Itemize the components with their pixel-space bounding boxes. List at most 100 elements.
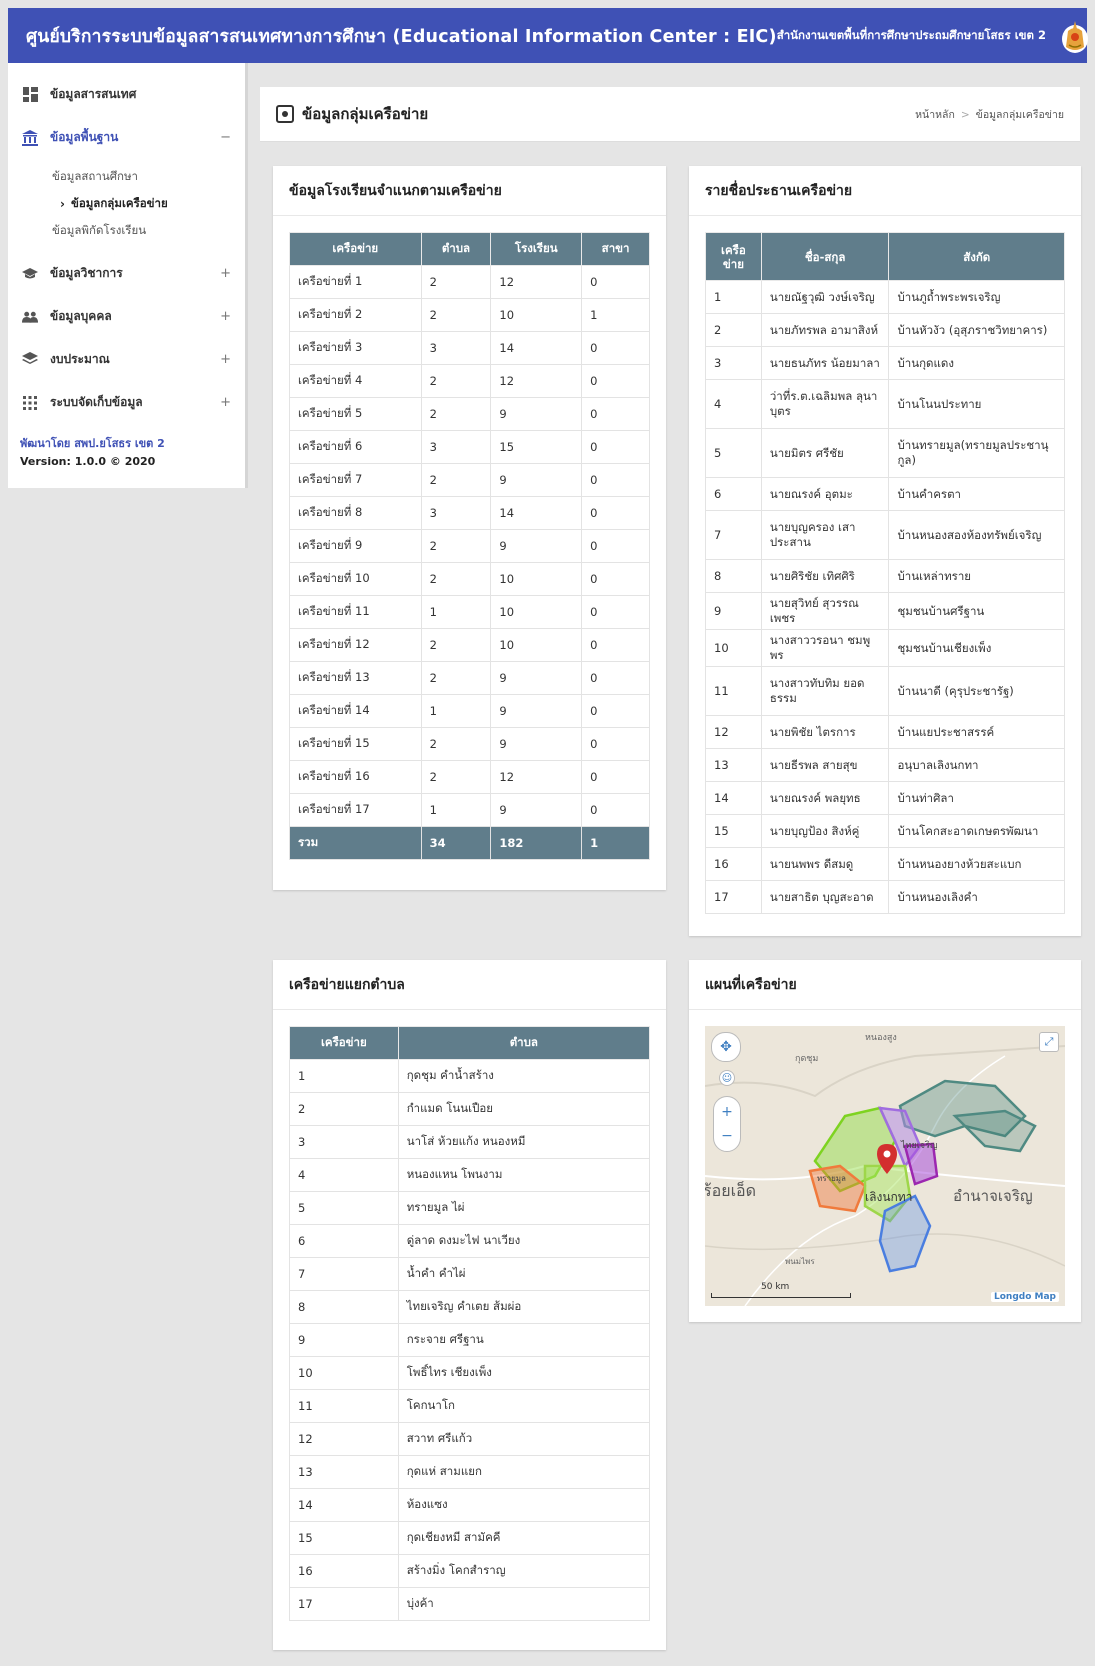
map-pan-control[interactable]: ✥ bbox=[711, 1032, 741, 1062]
table-cell: หนองแหน โพนงาม bbox=[397, 1158, 651, 1192]
fullscreen-icon[interactable]: ⤢ bbox=[1039, 1032, 1059, 1052]
map-canvas[interactable]: ร้อยเอ็ด อำนาจเจริญ หนองสูง เลิงนกทา ไทย… bbox=[705, 1026, 1065, 1306]
developer-credit[interactable]: พัฒนาโดย สพป.ยโสธร เขต 2 bbox=[20, 435, 165, 453]
table-row: 6 นายณรงค์ อุตมะ บ้านคำครตา bbox=[705, 477, 1065, 511]
sidebar-item-label: ข้อมูลบุคคล bbox=[50, 309, 112, 323]
network-chairs-card: รายชื่อประธานเครือข่าย เครือ ข่าย ชื่อ-ส… bbox=[689, 166, 1081, 936]
zoom-in-button[interactable]: + bbox=[721, 1100, 733, 1124]
table-cell: 13 bbox=[289, 1455, 399, 1489]
submenu-item-schools[interactable]: ข้อมูลสถานศึกษา bbox=[8, 163, 245, 190]
table-cell: เครือข่ายที่ 13 bbox=[289, 661, 422, 695]
table-cell: 9 bbox=[490, 793, 583, 827]
site-title[interactable]: ศูนย์บริการระบบข้อมูลสารสนเทศทางการศึกษา… bbox=[26, 22, 777, 50]
submenu-item-coordinates[interactable]: ข้อมูลพิกัดโรงเรียน bbox=[8, 217, 245, 244]
office-name: สำนักงานเขตพื้นที่การศึกษาประถมศึกษายโสธ… bbox=[776, 27, 1046, 42]
sidebar-item-info[interactable]: ข้อมูลสารสนเทศ bbox=[8, 73, 245, 116]
table-cell: 0 bbox=[581, 793, 650, 827]
table-cell: นายบุญครอง เสาประสาน bbox=[760, 510, 890, 560]
network-chairs-table: เครือ ข่าย ชื่อ-สกุล สังกัด 1 นายณัฐวุฒิ … bbox=[705, 232, 1065, 914]
map-label-loeng-nok-tha: เลิงนกทา bbox=[865, 1190, 912, 1204]
network-by-tambon-table: เครือข่าย ตำบล 1 กุดชุม คำน้ำสร้าง 2 กำแมด … bbox=[289, 1026, 651, 1621]
table-cell: น้ำคำ คำไผ่ bbox=[397, 1257, 651, 1291]
table-cell: 2 bbox=[420, 661, 492, 695]
table-cell: เครือข่ายที่ 2 bbox=[289, 298, 422, 332]
column-header: เครือข่าย bbox=[289, 1026, 399, 1060]
table-cell: เครือข่ายที่ 7 bbox=[289, 463, 422, 497]
table-cell: นายพิชัย ไตรการ bbox=[760, 715, 890, 749]
table-cell: 0 bbox=[581, 760, 650, 794]
sidebar-item-budget[interactable]: งบประมาณ + bbox=[8, 338, 245, 381]
table-row: 14 นายณรงค์ พลยุทธ บ้านท่าศิลา bbox=[705, 781, 1065, 815]
card-title: รายชื่อประธานเครือข่าย bbox=[689, 166, 1081, 216]
table-cell: บ้านแยประชาสรรค์ bbox=[888, 715, 1065, 749]
network-map[interactable]: ร้อยเอ็ด อำนาจเจริญ หนองสูง เลิงนกทา ไทย… bbox=[705, 1026, 1065, 1306]
sidebar-item-label: ข้อมูลสารสนเทศ bbox=[50, 87, 137, 101]
table-cell: 16 bbox=[289, 1554, 399, 1588]
table-cell: บ้านโคกสะอาดเกษตรพัฒนา bbox=[888, 814, 1065, 848]
table-cell: 2 bbox=[420, 727, 492, 761]
expand-icon[interactable]: + bbox=[220, 266, 231, 281]
table-cell: 0 bbox=[581, 265, 650, 299]
zoom-out-button[interactable]: − bbox=[721, 1124, 733, 1148]
table-cell: 0 bbox=[581, 397, 650, 431]
breadcrumb: หน้าหลัก > ข้อมูลกลุ่มเครือข่าย bbox=[915, 106, 1064, 123]
table-cell: 0 bbox=[581, 331, 650, 365]
table-cell: กระจาย ศรีฐาน bbox=[397, 1323, 651, 1357]
table-cell: กุดแห่ สามแยก bbox=[397, 1455, 651, 1489]
table-row: 15 กุดเชียงหมี สามัคคี bbox=[289, 1521, 651, 1555]
table-cell: เครือข่ายที่ 3 bbox=[289, 331, 422, 365]
sidebar-item-data-storage[interactable]: ระบบจัดเก็บข้อมูล + bbox=[8, 381, 245, 424]
table-cell: นายณรงค์ พลยุทธ bbox=[760, 781, 890, 815]
table-cell: ชุมชนบ้านเชียงเพ็ง bbox=[888, 629, 1065, 667]
sidebar-item-academic[interactable]: ข้อมูลวิชาการ + bbox=[8, 252, 245, 295]
table-cell: 3 bbox=[705, 346, 762, 380]
column-header: เครือข่าย bbox=[289, 232, 422, 266]
table-cell: 2 bbox=[705, 313, 762, 347]
sidebar-item-basic-data[interactable]: ข้อมูลพื้นฐาน − bbox=[8, 116, 245, 159]
total-cell: รวม bbox=[289, 826, 422, 860]
breadcrumb-home[interactable]: หน้าหลัก bbox=[915, 109, 955, 121]
table-cell: 2 bbox=[420, 529, 492, 563]
table-row: 11 นางสาวทับทิม ยอดธรรม บ้านนาดี (คุรุประช… bbox=[705, 666, 1065, 716]
table-cell: 15 bbox=[289, 1521, 399, 1555]
table-row: เครือข่ายที่ 16 2 12 0 bbox=[289, 760, 650, 794]
column-header: เครือ ข่าย bbox=[705, 232, 762, 281]
table-row: เครือข่ายที่ 4 2 12 0 bbox=[289, 364, 650, 398]
table-cell: 0 bbox=[581, 463, 650, 497]
table-row: เครือข่ายที่ 1 2 12 0 bbox=[289, 265, 650, 299]
layers-icon bbox=[22, 352, 38, 368]
table-cell: บ้านเหล่าทราย bbox=[888, 559, 1065, 593]
expand-icon[interactable]: + bbox=[220, 352, 231, 367]
table-cell: ว่าที่ร.ต.เฉลิมพล ลุนาบุตร bbox=[760, 379, 890, 429]
table-cell: นางสาวทับทิม ยอดธรรม bbox=[760, 666, 890, 716]
submenu-item-networks[interactable]: › ข้อมูลกลุ่มเครือข่าย bbox=[8, 190, 245, 217]
total-cell: 34 bbox=[420, 826, 492, 860]
table-row: เครือข่ายที่ 9290 bbox=[289, 529, 650, 563]
table-cell: บ้านหัวงัว (อุสุภราชวิทยาคาร) bbox=[888, 313, 1065, 347]
people-icon bbox=[22, 309, 38, 325]
table-cell: 1 bbox=[420, 694, 492, 728]
table-cell: ทรายมูล ไผ่ bbox=[397, 1191, 651, 1225]
expand-icon[interactable]: + bbox=[220, 309, 231, 324]
page-title-bar: ข้อมูลกลุ่มเครือข่าย หน้าหลัก > ข้อมูลกลุ่… bbox=[260, 87, 1080, 142]
graduation-cap-icon bbox=[22, 266, 38, 282]
map-label-roiet: ร้อยเอ็ด bbox=[705, 1180, 756, 1200]
table-cell: 3 bbox=[420, 496, 492, 530]
map-street-view-icon[interactable]: ☺ bbox=[719, 1070, 735, 1086]
table-cell: บ้านทรายมูล(ทรายมูลประชานุกูล) bbox=[888, 428, 1065, 478]
map-attribution[interactable]: Longdo Map bbox=[991, 1292, 1059, 1302]
expand-icon[interactable]: + bbox=[220, 395, 231, 410]
table-row: 9 นายสุวิทย์ สุวรรณเพชร ชุมชนบ้านศรีฐาน bbox=[705, 592, 1065, 630]
table-row: 6 ดู่ลาด ดงมะไฟ นาเวียง bbox=[289, 1224, 651, 1258]
column-header: สาขา bbox=[581, 232, 650, 266]
top-header: ศูนย์บริการระบบข้อมูลสารสนเทศทางการศึกษา… bbox=[8, 8, 1088, 63]
table-cell: เครือข่ายที่ 5 bbox=[289, 397, 422, 431]
table-row: 5 นายมิตร ศรีชัย บ้านทรายมูล(ทรายมูลประชาน… bbox=[705, 428, 1065, 478]
table-cell: ชุมชนบ้านศรีฐาน bbox=[888, 592, 1065, 630]
table-cell: 10 bbox=[490, 562, 583, 596]
table-cell: 3 bbox=[289, 1125, 399, 1159]
collapse-icon[interactable]: − bbox=[220, 130, 231, 145]
table-cell: นายณรงค์ อุตมะ bbox=[760, 477, 890, 511]
sidebar-item-label: ระบบจัดเก็บข้อมูล bbox=[50, 395, 143, 409]
sidebar-item-personnel[interactable]: ข้อมูลบุคคล + bbox=[8, 295, 245, 338]
